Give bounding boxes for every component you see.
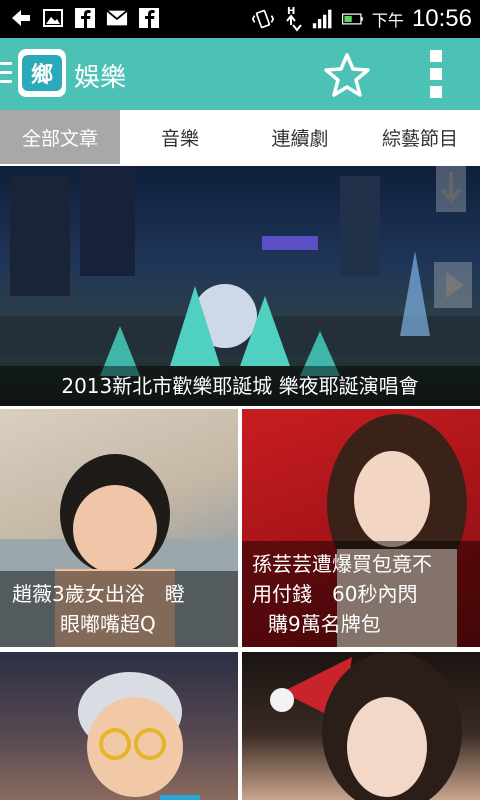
favorite-button[interactable] <box>324 52 370 98</box>
tab-music[interactable]: 音樂 <box>120 110 240 164</box>
article-photo <box>270 652 462 800</box>
article-card-hero[interactable]: 2013新北市歡樂耶誕城 樂夜耶誕演唱會 <box>0 166 480 406</box>
article-card[interactable] <box>242 652 480 800</box>
data-arrows-icon: H <box>282 6 304 32</box>
vibrate-icon <box>251 8 274 30</box>
article-photo <box>78 672 183 797</box>
section-title: 娛樂 <box>74 63 127 93</box>
play-icon[interactable] <box>434 262 472 308</box>
clock: 10:56 <box>411 5 472 32</box>
article-caption: 趙薇3歲女出浴 瞪 眼嘟嘴超Q <box>0 571 238 647</box>
download-icon[interactable] <box>436 166 466 212</box>
article-caption-line: 孫芸芸遭爆買包竟不 <box>252 552 432 576</box>
hero-caption: 2013新北市歡樂耶誕城 樂夜耶誕演唱會 <box>0 366 480 406</box>
overflow-menu-button[interactable] <box>424 50 448 98</box>
drawer-toggle-icon[interactable] <box>0 62 12 84</box>
am-pm-label: 下午 <box>371 11 404 30</box>
facebook-icon <box>138 7 160 29</box>
tab-variety[interactable]: 綜藝節目 <box>360 110 480 164</box>
star-icon <box>324 53 370 97</box>
app-logo[interactable]: 鄉 <box>18 49 66 97</box>
article-card[interactable]: 孫芸芸遭爆買包竟不 用付錢 60秒內閃 購9萬名牌包 <box>242 409 480 647</box>
facebook-icon <box>74 7 96 29</box>
scroll-indicator <box>160 795 200 800</box>
app-logo-mark: 鄉 <box>22 55 62 91</box>
article-caption-line: 用付錢 60秒內閃 <box>252 582 418 606</box>
article-card[interactable] <box>0 652 238 800</box>
app-bar: 鄉 娛樂 <box>0 38 480 110</box>
back-icon <box>10 7 32 29</box>
article-caption-line: 眼嘟嘴超Q <box>60 612 156 636</box>
article-caption: 孫芸芸遭爆買包竟不 用付錢 60秒內閃 購9萬名牌包 <box>242 541 480 647</box>
gallery-icon <box>42 7 64 29</box>
overflow-menu-icon <box>430 50 442 62</box>
tab-all-articles[interactable]: 全部文章 <box>0 110 120 164</box>
article-caption-line: 趙薇3歲女出浴 瞪 <box>12 582 185 606</box>
signal-icon <box>312 8 334 30</box>
tab-drama[interactable]: 連續劇 <box>240 110 360 164</box>
article-card[interactable]: 趙薇3歲女出浴 瞪 眼嘟嘴超Q <box>0 409 238 647</box>
category-tabs: 全部文章 音樂 連續劇 綜藝節目 <box>0 110 480 164</box>
article-caption-line: 購9萬名牌包 <box>268 612 381 636</box>
status-bar: H 下午 10:56 <box>0 0 480 38</box>
mail-icon <box>106 7 128 29</box>
battery-icon <box>341 8 364 30</box>
